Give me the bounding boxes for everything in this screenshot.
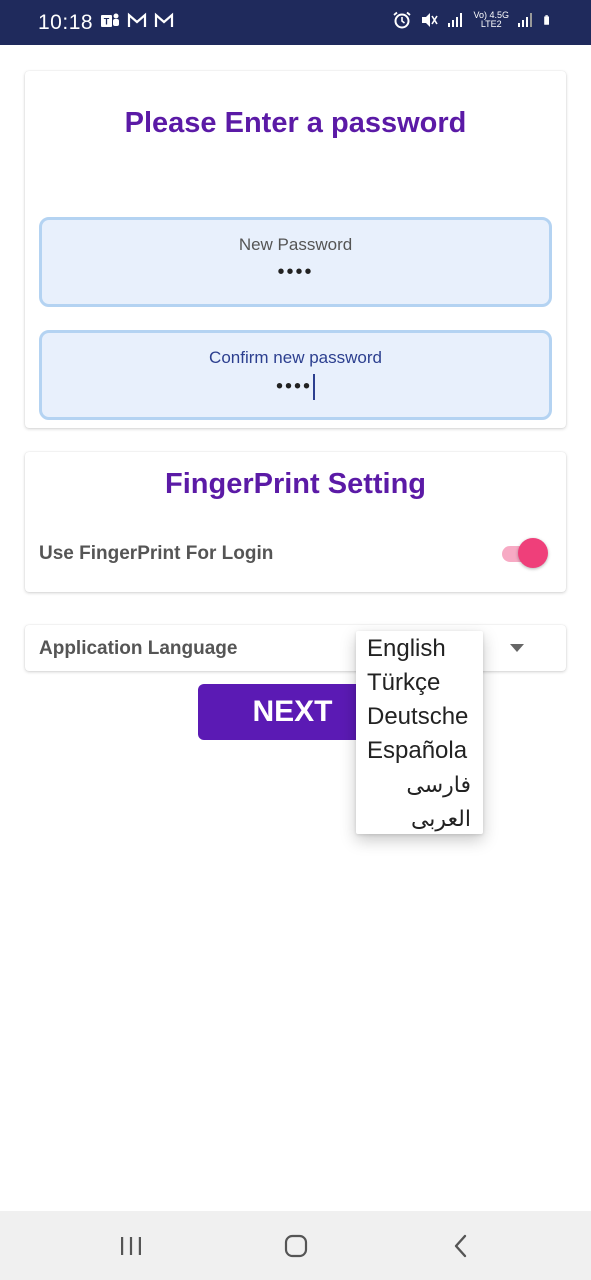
confirm-password-value: •••• — [275, 375, 312, 398]
system-icons: Vo) 4.5G LTE2 — [392, 11, 555, 29]
fingerprint-card: FingerPrint Setting Use FingerPrint For … — [25, 452, 566, 592]
notification-icons: T — [100, 12, 174, 30]
mute-icon — [422, 13, 439, 27]
recent-apps-icon[interactable] — [116, 1233, 146, 1259]
new-password-value: •••• — [277, 261, 314, 283]
language-option-arabic[interactable]: العربی — [356, 802, 483, 836]
home-icon[interactable] — [281, 1233, 311, 1259]
next-button-label: NEXT — [252, 695, 333, 728]
text-cursor — [313, 374, 315, 400]
chevron-down-icon[interactable] — [510, 644, 524, 652]
confirm-password-input: •••• — [42, 374, 549, 400]
fingerprint-toggle[interactable] — [502, 538, 548, 568]
teams-icon: T — [101, 13, 119, 27]
network-line2: LTE2 — [480, 19, 502, 29]
language-option-turkish[interactable]: Türkçe — [356, 666, 483, 700]
confirm-password-label: Confirm new password — [209, 348, 382, 367]
confirm-password-field[interactable]: Confirm new password •••• — [39, 330, 552, 420]
network-type: Vo) 4.5G LTE2 — [473, 11, 509, 29]
language-selector[interactable]: Application Language — [25, 625, 566, 671]
language-option-persian[interactable]: فارسی — [356, 768, 483, 802]
fingerprint-card-title: FingerPrint Setting — [165, 468, 426, 500]
new-password-label: New Password — [238, 235, 353, 254]
language-option-english[interactable]: English — [356, 632, 483, 666]
language-label: Application Language — [39, 638, 238, 659]
signal-icon — [518, 13, 532, 27]
password-card: Please Enter a password New Password •••… — [25, 71, 566, 428]
signal-icon — [448, 13, 463, 27]
battery-icon — [544, 15, 549, 25]
language-option-spanish[interactable]: Española — [356, 734, 483, 768]
toggle-thumb — [518, 538, 548, 568]
alarm-icon — [393, 11, 412, 29]
gmail-icon — [127, 12, 147, 27]
language-option-german[interactable]: Deutsche — [356, 700, 483, 734]
back-icon[interactable] — [446, 1233, 476, 1259]
language-dropdown: English Türkçe Deutsche Española فارسی ا… — [356, 631, 483, 834]
svg-text:T: T — [104, 17, 110, 27]
status-bar: 10:18 T Vo) 4.5G LTE2 — [0, 0, 591, 45]
gmail-icon — [154, 12, 174, 27]
status-time: 10:18 — [38, 11, 94, 34]
navigation-bar — [0, 1211, 591, 1280]
fingerprint-toggle-label: Use FingerPrint For Login — [39, 543, 274, 564]
new-password-field[interactable]: New Password •••• — [39, 217, 552, 307]
password-card-title: Please Enter a password — [124, 107, 467, 139]
